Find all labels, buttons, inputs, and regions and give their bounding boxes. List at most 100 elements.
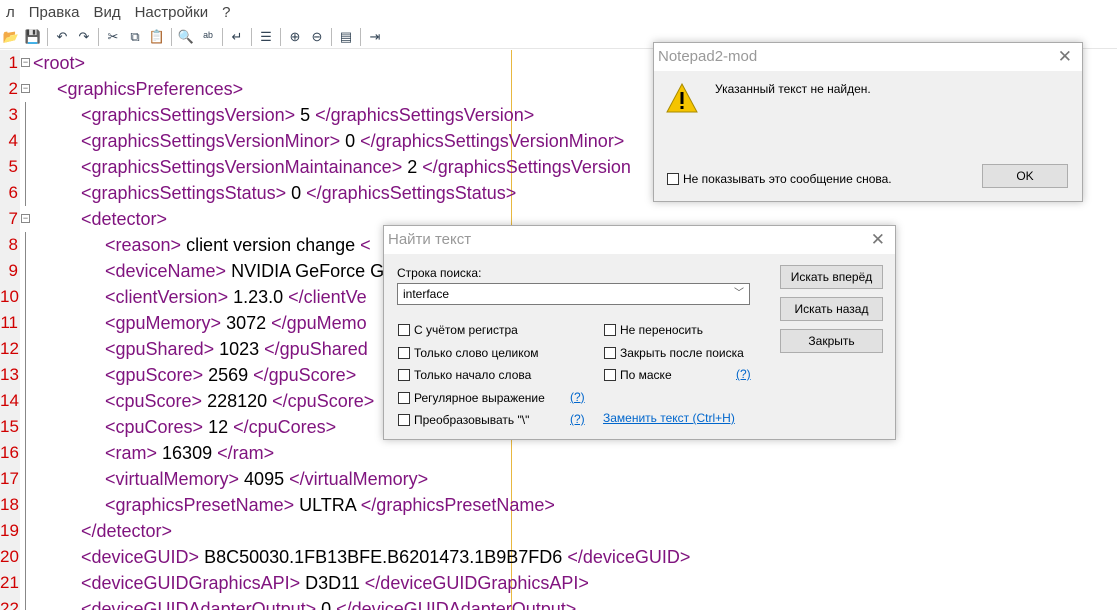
help-link[interactable]: (?) (570, 390, 585, 404)
line-number: 5 (8, 157, 18, 176)
fold-toggle-icon[interactable]: − (21, 84, 30, 93)
close-button[interactable]: Закрыть (780, 329, 883, 353)
search-input[interactable]: interface (403, 287, 449, 301)
option-checkbox[interactable]: Регулярное выражение (398, 391, 545, 405)
xml-tag: <ram> (105, 443, 158, 463)
code-line: 21 <deviceGUIDGraphicsAPI> D3D11 </device… (0, 570, 1117, 596)
close-icon[interactable]: ✕ (1058, 43, 1072, 71)
option-checkbox[interactable]: По маске (604, 368, 672, 382)
xml-value: client version change (181, 235, 361, 255)
toolbar-separator (280, 27, 281, 46)
undo-icon[interactable]: ↶ (51, 27, 73, 47)
menu-item[interactable]: ? (214, 4, 238, 21)
menu-item[interactable]: Вид (85, 4, 128, 21)
checkbox-label: Не показывать это сообщение снова. (683, 172, 892, 186)
menu-item[interactable]: Правка (21, 4, 88, 21)
menu-item[interactable]: Настройки (127, 4, 217, 21)
help-link[interactable]: (?) (736, 367, 751, 381)
xml-value: NVIDIA GeForce G (226, 261, 385, 281)
xml-tag: <deviceGUID> (81, 547, 200, 567)
code-line: 18 <graphicsPresetName> ULTRA </graphicsP… (0, 492, 1117, 518)
cut-icon[interactable]: ✂ (102, 27, 124, 47)
xml-tag: <root> (33, 53, 86, 73)
xml-value: 0 (340, 131, 361, 151)
xml-value: ULTRA (294, 495, 361, 515)
xml-value: 12 (203, 417, 234, 437)
search-combobox[interactable]: interface ﹀ (397, 283, 750, 305)
exit-icon[interactable]: ⇥ (364, 27, 386, 47)
option-checkbox[interactable]: Закрыть после поиска (604, 346, 744, 360)
line-number: 9 (8, 261, 18, 280)
view-icon[interactable]: ▤ (335, 27, 357, 47)
xml-close-tag: </cpuScore> (272, 391, 375, 411)
copy-icon[interactable]: ⧉ (124, 27, 146, 47)
redo-icon[interactable]: ↷ (73, 27, 95, 47)
paste-icon[interactable]: 📋 (146, 27, 168, 47)
code-text: <reason> client version change < (105, 232, 371, 258)
code-text: <gpuShared> 1023 </gpuShared (105, 336, 368, 362)
option-checkbox[interactable]: Не переносить (604, 323, 703, 337)
find-previous-button[interactable]: Искать назад (780, 297, 883, 321)
ok-button[interactable]: OK (982, 164, 1068, 188)
xml-close-tag: </gpuShared (264, 339, 368, 359)
chevron-down-icon[interactable]: ﹀ (734, 284, 744, 304)
xml-close-tag: </cpuCores> (233, 417, 337, 437)
option-checkbox[interactable]: Преобразовывать "\" (398, 413, 529, 427)
line-number: 2 (8, 79, 18, 98)
fold-guide (25, 492, 26, 518)
xml-tag: <graphicsSettingsStatus> (81, 183, 287, 203)
option-label: По маске (620, 368, 672, 382)
help-link[interactable]: (?) (570, 412, 585, 426)
line-number: 10 (0, 287, 19, 306)
code-text: <gpuMemory> 3072 </gpuMemo (105, 310, 367, 336)
replace-text-link[interactable]: Заменить текст (Ctrl+H) (603, 411, 735, 425)
open-icon[interactable]: 📂 (0, 27, 22, 47)
code-line: 22 <deviceGUIDAdapterOutput> 0 </deviceGU… (0, 596, 1117, 610)
fold-guide (25, 102, 26, 128)
find-icon[interactable]: 🔍 (175, 27, 197, 47)
xml-tag: <graphicsSettingsVersion> (81, 105, 296, 125)
xml-close-tag: </graphicsPresetName> (360, 495, 555, 515)
fold-guide (25, 128, 26, 154)
find-dialog-title: Найти текст ✕ (384, 226, 895, 254)
list-icon[interactable]: ☰ (255, 27, 277, 47)
fold-toggle-icon[interactable]: − (21, 214, 30, 223)
option-checkbox[interactable]: С учётом регистра (398, 323, 518, 337)
xml-value: 1023 (214, 339, 265, 359)
toolbar-separator (171, 27, 172, 46)
save-icon[interactable]: 💾 (22, 27, 44, 47)
xml-tag: <gpuShared> (105, 339, 215, 359)
code-text: <deviceName> NVIDIA GeForce G (105, 258, 384, 284)
xml-tag: </detector> (81, 521, 173, 541)
toolbar-separator (251, 27, 252, 46)
code-text: <deviceGUIDAdapterOutput> 0 </deviceGUID… (81, 596, 576, 610)
xml-close-tag: </graphicsSettingsStatus> (306, 183, 517, 203)
code-text: <virtualMemory> 4095 </virtualMemory> (105, 466, 428, 492)
code-text: <graphicsPreferences> (57, 76, 243, 102)
line-number: 18 (0, 495, 19, 514)
option-label: Не переносить (620, 323, 703, 337)
xml-tag: <gpuMemory> (105, 313, 222, 333)
zoom-in-icon[interactable]: ⊕ (284, 27, 306, 47)
dont-show-again-checkbox[interactable]: Не показывать это сообщение снова. (667, 172, 892, 186)
xml-value: 16309 (157, 443, 218, 463)
menu-item[interactable]: л (0, 4, 23, 21)
fold-guide (25, 258, 26, 284)
wordwrap-icon[interactable]: ↵ (226, 27, 248, 47)
option-label: С учётом регистра (414, 323, 518, 337)
xml-value: B8C50030.1FB13BFE.B6201473.1B9B7FD6 (199, 547, 568, 567)
xml-tag: <graphicsPresetName> (105, 495, 295, 515)
close-icon[interactable]: ✕ (871, 226, 885, 254)
option-checkbox[interactable]: Только слово целиком (398, 346, 539, 360)
find-next-button[interactable]: Искать вперёд (780, 265, 883, 289)
replace-icon[interactable]: ᵃᵇ (197, 27, 219, 47)
option-checkbox[interactable]: Только начало слова (398, 368, 531, 382)
line-number: 21 (0, 573, 19, 592)
option-label: Закрыть после поиска (620, 345, 744, 360)
fold-toggle-icon[interactable]: − (21, 58, 30, 67)
zoom-out-icon[interactable]: ⊖ (306, 27, 328, 47)
code-text: <deviceGUIDGraphicsAPI> D3D11 </deviceGU… (81, 570, 589, 596)
toolbar-separator (222, 27, 223, 46)
line-number: 20 (0, 547, 19, 566)
xml-tag: <graphicsPreferences> (57, 79, 244, 99)
